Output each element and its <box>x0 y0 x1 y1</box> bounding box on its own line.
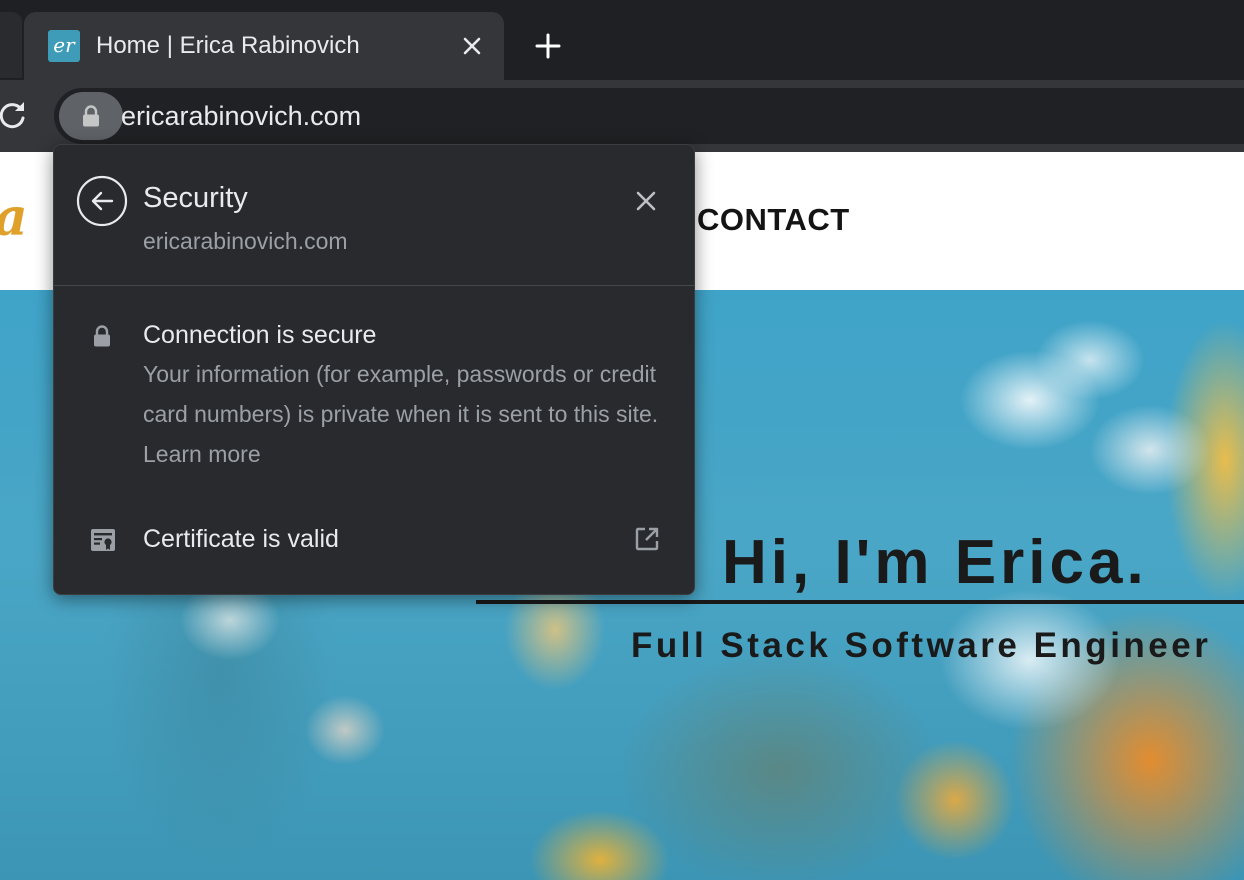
url-text[interactable]: ericarabinovich.com <box>121 101 361 131</box>
lock-icon <box>92 325 112 352</box>
close-icon[interactable] <box>632 187 660 215</box>
external-link-icon[interactable] <box>634 526 660 557</box>
tab-title: Home | Erica Rabinovich <box>96 32 360 59</box>
popup-domain: ericarabinovich.com <box>143 228 348 254</box>
connection-description: Your information (for example, passwords… <box>143 354 673 474</box>
site-info-button[interactable] <box>59 92 123 140</box>
site-logo[interactable]: a <box>0 188 28 248</box>
security-popup: Security ericarabinovich.com Connection … <box>53 144 695 595</box>
popup-divider <box>54 285 694 286</box>
reload-icon[interactable] <box>0 100 28 130</box>
active-tab[interactable]: er Home | Erica Rabinovich <box>24 12 504 80</box>
learn-more-link[interactable]: Learn more <box>143 441 261 467</box>
back-arrow-icon[interactable] <box>76 175 128 227</box>
certificate-label: Certificate is valid <box>143 525 339 553</box>
lock-icon <box>83 105 99 127</box>
connection-status-title: Connection is secure <box>143 321 377 349</box>
plus-icon[interactable] <box>534 32 562 60</box>
popup-title: Security <box>143 182 248 214</box>
hero-divider <box>476 600 1244 604</box>
hero-title: Hi, I'm Erica. <box>722 528 1148 597</box>
address-bar[interactable]: ericarabinovich.com <box>54 88 1244 144</box>
tab-strip: er Home | Erica Rabinovich <box>0 0 1244 80</box>
site-favicon-icon: er <box>48 30 80 62</box>
certificate-icon <box>90 527 116 558</box>
nav-link-contact[interactable]: CONTACT <box>697 202 850 238</box>
browser-toolbar: ericarabinovich.com <box>0 80 1244 152</box>
close-icon[interactable] <box>458 32 486 60</box>
hero-subtitle: Full Stack Software Engineer <box>631 626 1212 665</box>
certificate-row[interactable]: Certificate is valid <box>54 511 694 567</box>
previous-tab-edge[interactable] <box>0 12 22 78</box>
connection-description-text: Your information (for example, passwords… <box>143 361 659 427</box>
